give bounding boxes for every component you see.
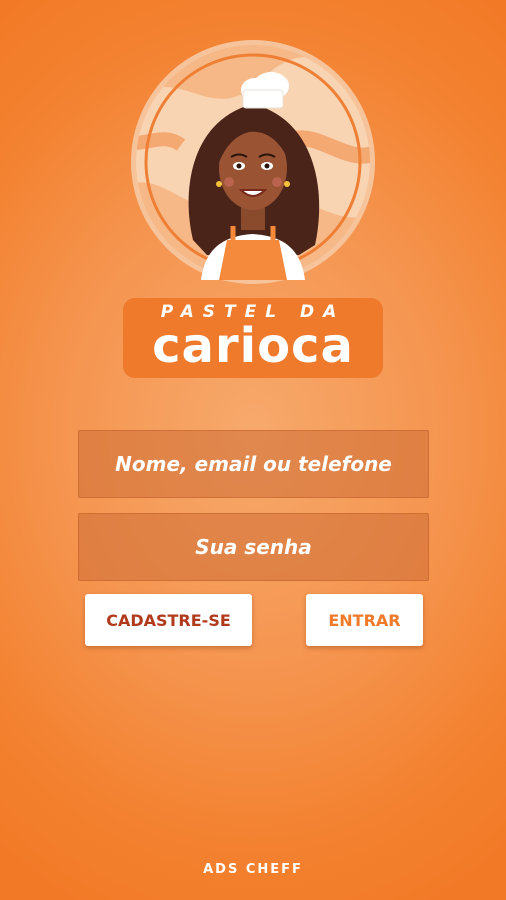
password-field[interactable] — [78, 513, 429, 581]
signup-button[interactable]: CADASTRE-SE — [85, 594, 252, 646]
login-button[interactable]: ENTRAR — [306, 594, 423, 646]
developer-credit: ADS CHEFF — [203, 862, 303, 877]
user-identifier-field[interactable] — [78, 430, 429, 498]
brand-logo: PASTEL DA carioca — [121, 40, 385, 380]
brand-title: carioca — [152, 318, 354, 374]
